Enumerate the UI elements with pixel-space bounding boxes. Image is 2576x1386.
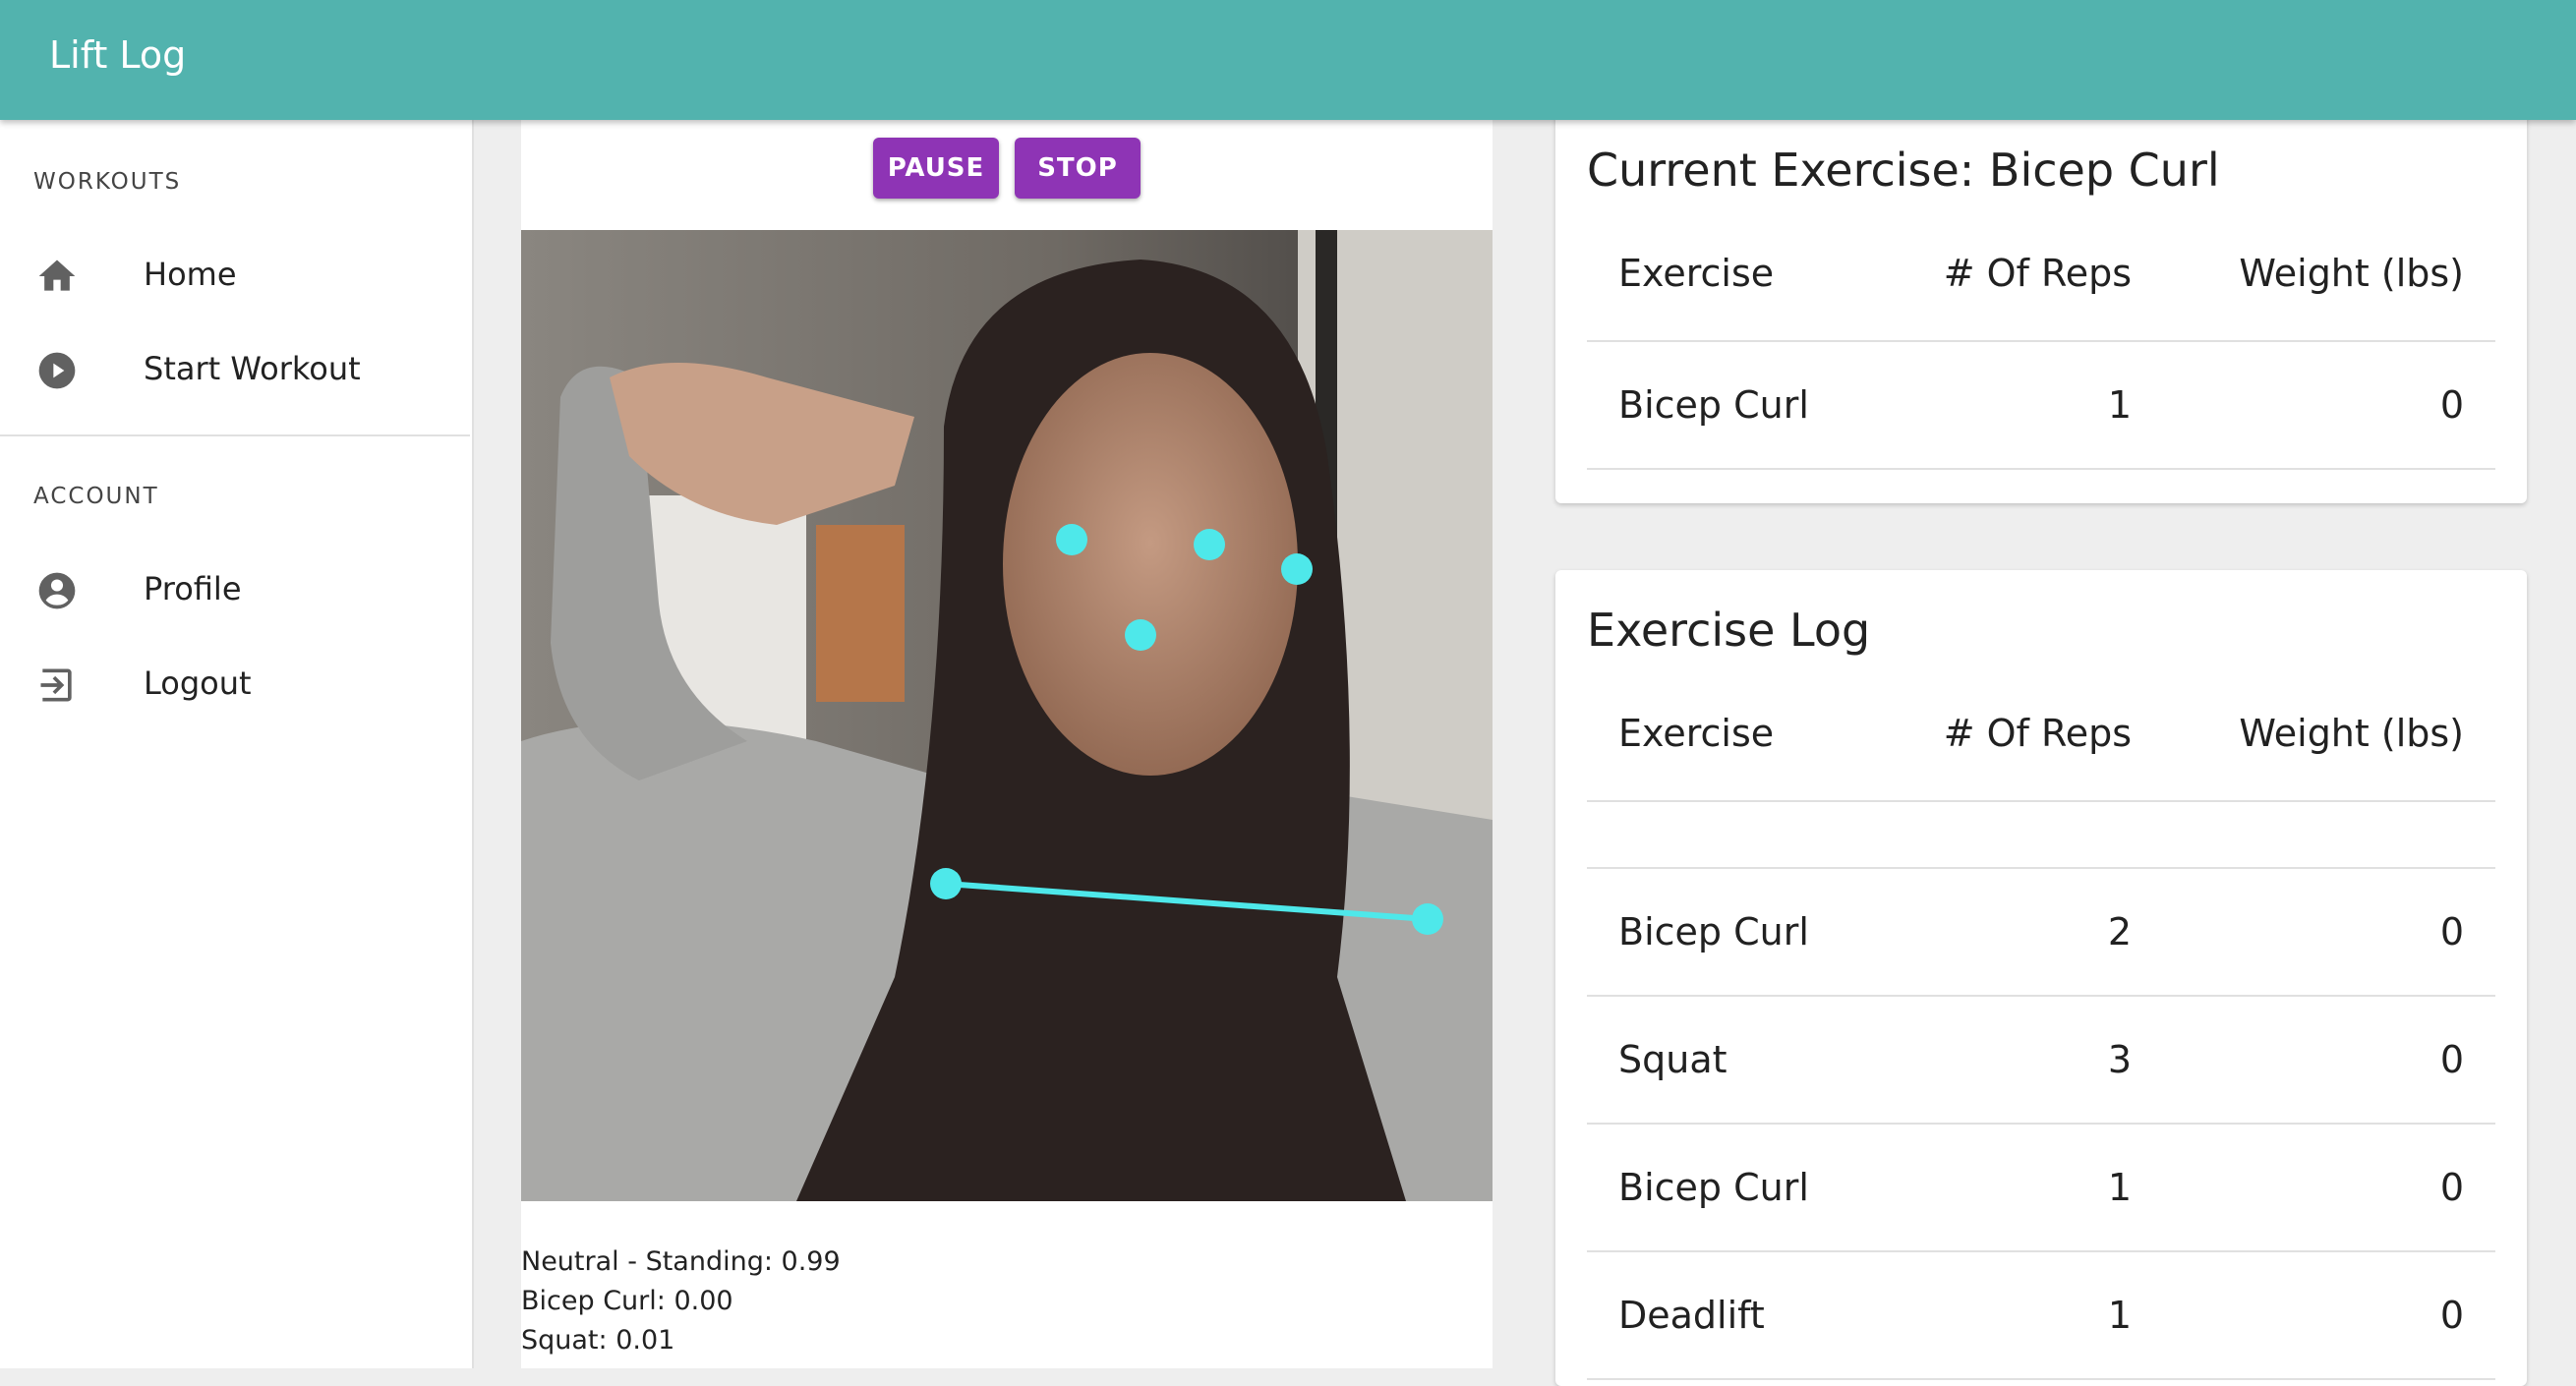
column-header: # Of Reps [1943, 252, 2132, 295]
weight-cell: 0 [2439, 1166, 2464, 1209]
app-bar: Lift Log [0, 0, 2576, 120]
pause-button[interactable]: PAUSE [873, 138, 999, 199]
exercise-cell: Deadlift [1618, 1294, 1765, 1337]
weight-cell: 0 [2439, 383, 2464, 427]
exercise-log-table: Exercise # Of Reps Weight (lbs) Bicep Cu… [1587, 674, 2495, 1380]
account-circle-icon [38, 572, 76, 609]
current-exercise-table: Exercise # Of Reps Weight (lbs) Bicep Cu… [1587, 214, 2495, 470]
sidebar-item-label: Start Workout [144, 350, 361, 387]
prediction-squat: Squat: 0.01 [521, 1325, 675, 1356]
camera-feed [521, 230, 1493, 1201]
table-header-row: Exercise # Of Reps Weight (lbs) [1587, 214, 2495, 342]
stop-button[interactable]: STOP [1015, 138, 1141, 199]
table-header-row: Exercise # Of Reps Weight (lbs) [1587, 674, 2495, 802]
reps-cell: 1 [2107, 1294, 2132, 1337]
sidebar-item-label: Profile [144, 570, 242, 607]
reps-cell: 1 [2107, 383, 2132, 427]
weight-cell: 0 [2439, 910, 2464, 953]
sidebar-item-start-workout[interactable]: Start Workout [0, 324, 470, 415]
table-row: Bicep Curl 2 0 [1587, 869, 2495, 997]
table-row: Squat 3 0 [1587, 997, 2495, 1125]
exercise-log-card: Exercise Log Exercise # Of Reps Weight (… [1555, 570, 2527, 1386]
workout-panel: PAUSE STOP Neutral - Standing: 0.99 Bice… [521, 120, 1493, 1368]
section-header-workouts: WORKOUTS [33, 169, 182, 195]
reps-cell: 3 [2107, 1038, 2132, 1081]
table-row: Deadlift 1 0 [1587, 1252, 2495, 1380]
column-header: Exercise [1618, 712, 1775, 755]
play-circle-icon [38, 352, 76, 389]
weight-cell: 0 [2439, 1038, 2464, 1081]
table-row: Bicep Curl 1 0 [1587, 342, 2495, 470]
current-exercise-title: Current Exercise: Bicep Curl [1587, 144, 2220, 197]
section-header-account: ACCOUNT [33, 484, 159, 509]
column-header: Weight (lbs) [2239, 712, 2464, 755]
app-title: Lift Log [49, 33, 187, 77]
prediction-bicep-curl: Bicep Curl: 0.00 [521, 1286, 733, 1316]
reps-cell: 1 [2107, 1166, 2132, 1209]
sidebar-item-profile[interactable]: Profile [0, 545, 470, 635]
sidebar: WORKOUTS Home Start Workout ACCOUNT Prof… [0, 120, 474, 1368]
reps-cell: 2 [2107, 910, 2132, 953]
exercise-cell: Bicep Curl [1618, 383, 1809, 427]
prediction-neutral: Neutral - Standing: 0.99 [521, 1246, 841, 1277]
exercise-cell: Bicep Curl [1618, 1166, 1809, 1209]
table-row-empty [1587, 802, 2495, 869]
sidebar-item-logout[interactable]: Logout [0, 639, 470, 729]
weight-cell: 0 [2439, 1294, 2464, 1337]
current-exercise-card: Current Exercise: Bicep Curl Exercise # … [1555, 110, 2527, 503]
logout-icon [40, 668, 72, 702]
sidebar-item-label: Logout [144, 664, 252, 702]
sidebar-item-label: Home [144, 256, 237, 293]
exercise-log-title: Exercise Log [1587, 604, 1871, 657]
exercise-cell: Bicep Curl [1618, 910, 1809, 953]
home-icon [38, 260, 76, 291]
sidebar-item-home[interactable]: Home [0, 230, 470, 320]
column-header: # Of Reps [1943, 712, 2132, 755]
column-header: Exercise [1618, 252, 1775, 295]
table-row: Bicep Curl 1 0 [1587, 1125, 2495, 1252]
column-header: Weight (lbs) [2239, 252, 2464, 295]
sidebar-divider [0, 434, 470, 436]
exercise-cell: Squat [1618, 1038, 1727, 1081]
